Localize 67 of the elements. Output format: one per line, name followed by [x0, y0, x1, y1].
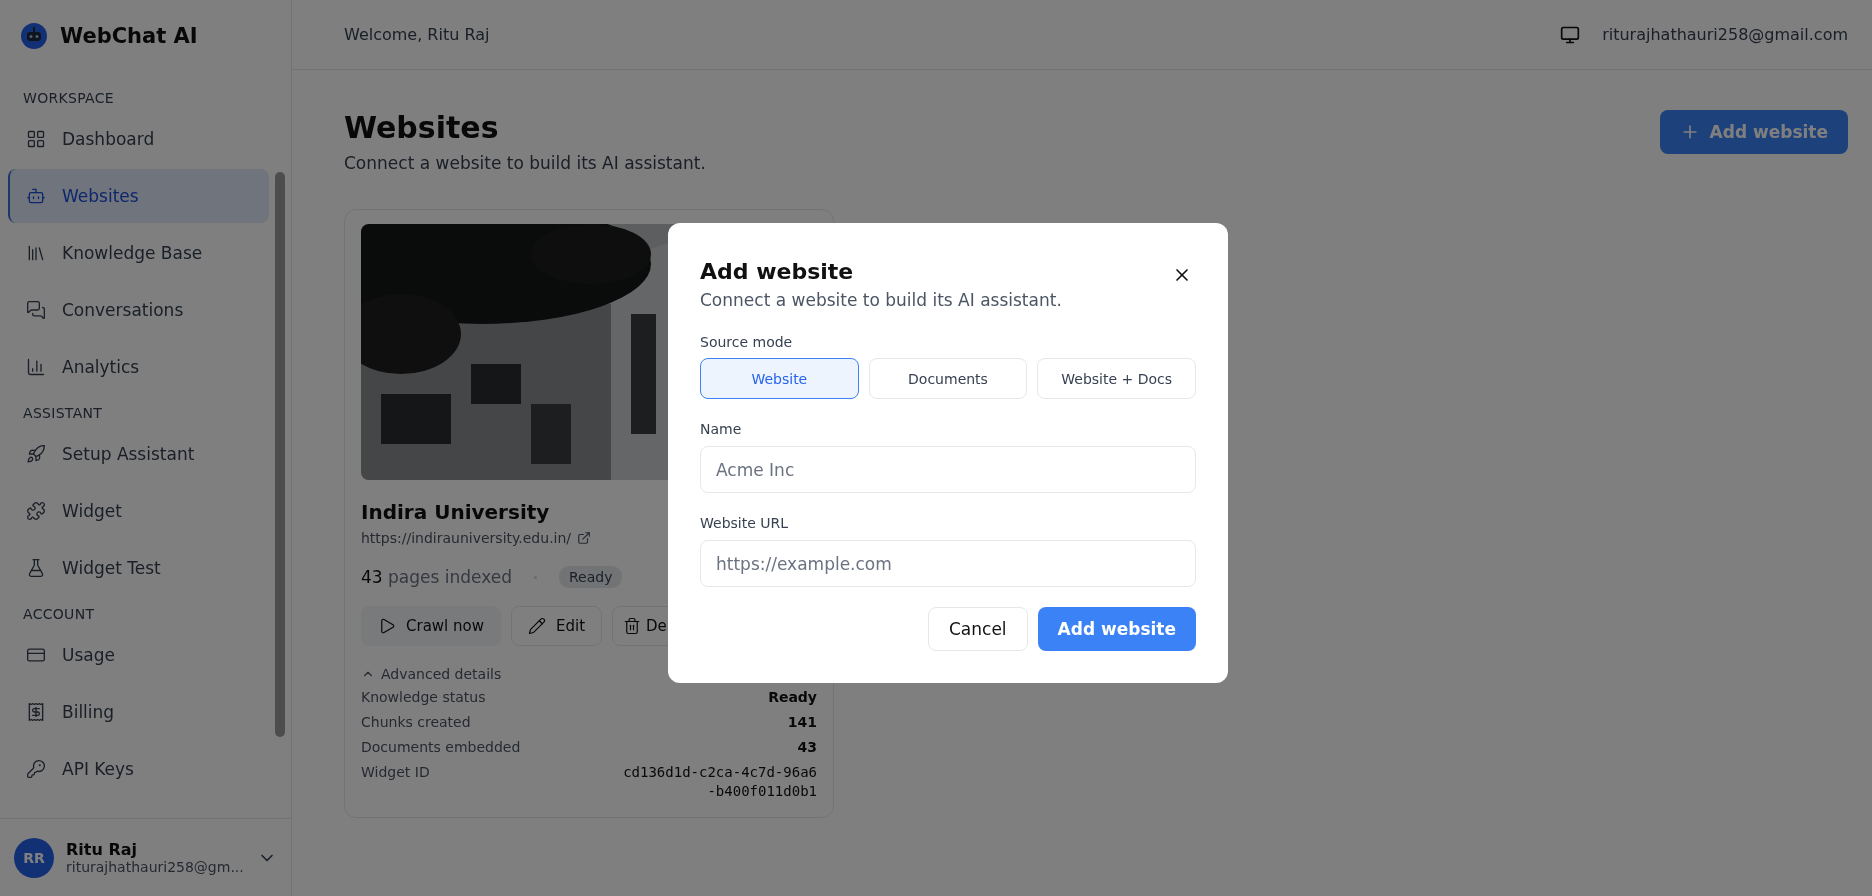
chat-icon: [26, 300, 46, 320]
website-name: Indira University: [361, 500, 550, 524]
avatar: RR: [14, 837, 54, 878]
pages-indexed: 43 pages indexed: [361, 567, 512, 587]
welcome-text: Welcome, Ritu Raj: [344, 25, 490, 44]
trash-icon: [623, 617, 642, 635]
field-label: Source mode: [700, 334, 794, 350]
mode-option[interactable]: Website: [700, 358, 859, 399]
receipt-icon: [26, 702, 46, 722]
add-website-button[interactable]: Add website: [1659, 110, 1848, 154]
robot-logo-icon: [20, 22, 48, 50]
detail-value: cd136d1d-c2ca-4c7d-96a6 -b400f011d0b1: [623, 763, 817, 801]
detail-value: 141: [787, 713, 817, 732]
mode-option[interactable]: Website + Docs: [1037, 358, 1196, 399]
sidebar-item[interactable]: Widget Test: [8, 541, 269, 595]
sidebar-item[interactable]: Knowledge Base: [8, 226, 269, 280]
status-badge: Ready: [559, 566, 623, 588]
robot-icon: [26, 186, 46, 206]
rocket-icon: [26, 444, 46, 464]
sidebar-item[interactable]: Analytics: [8, 340, 269, 394]
edit-button[interactable]: Edit: [511, 606, 603, 646]
grid-icon: [26, 129, 46, 149]
detail-label: Knowledge status: [361, 688, 486, 707]
key-icon: [26, 759, 46, 779]
sidebar-item[interactable]: Billing: [8, 685, 269, 739]
page-title: Websites: [344, 110, 500, 145]
website-url[interactable]: https://indirauniversity.edu.in/: [361, 530, 572, 546]
monitor-icon[interactable]: [1560, 24, 1581, 45]
section-label: ACCOUNT: [22, 605, 96, 624]
sidebar-item[interactable]: API Keys: [8, 742, 269, 796]
sidebar-item[interactable]: Conversations: [8, 283, 269, 337]
dialog-title: Add website: [700, 259, 854, 284]
dialog-subtitle: Connect a website to build its AI assistant.: [700, 290, 1063, 310]
page-subtitle: Connect a website to build its AI assistant.: [344, 153, 706, 173]
cancel-button[interactable]: Cancel: [928, 607, 1028, 651]
input-field[interactable]: Acme Inc: [700, 446, 1196, 493]
field-label: Website URL: [700, 515, 790, 531]
mode-option[interactable]: Documents: [868, 358, 1028, 399]
scrollbar[interactable]: [275, 172, 285, 737]
submit-button[interactable]: Add website: [1037, 607, 1196, 651]
play-icon: [378, 617, 396, 635]
sidebar-item[interactable]: Websites: [8, 169, 269, 223]
advanced-details-toggle[interactable]: Advanced details: [361, 666, 502, 682]
brand-name: WebChat AI: [60, 24, 198, 48]
detail-label: Widget ID: [361, 763, 430, 782]
account-email: riturajhathauri258@gmail.com: [1602, 25, 1848, 44]
sidebar-item[interactable]: Widget: [8, 484, 269, 538]
external-link-icon[interactable]: [577, 531, 592, 545]
user-name: Ritu Raj: [66, 840, 138, 859]
input-field[interactable]: https://example.com: [700, 540, 1196, 587]
detail-label: Chunks created: [361, 713, 471, 732]
sidebar-item[interactable]: Usage: [8, 628, 269, 682]
field-label: Name: [700, 421, 743, 437]
bar-chart-icon: [26, 357, 46, 377]
puzzle-icon: [26, 501, 46, 521]
books-icon: [26, 243, 46, 263]
detail-value: Ready: [768, 688, 817, 707]
crawl-button[interactable]: Crawl now: [361, 606, 501, 646]
sidebar-item[interactable]: Dashboard: [8, 112, 269, 166]
pencil-icon: [528, 617, 546, 635]
section-label: ASSISTANT: [22, 404, 104, 423]
detail-value: 43: [797, 738, 817, 757]
sidebar-item[interactable]: Setup Assistant: [8, 427, 269, 481]
detail-label: Documents embedded: [361, 738, 521, 757]
section-label: WORKSPACE: [22, 89, 115, 108]
user-email: riturajhathauri258@gm...: [66, 859, 245, 875]
flask-icon: [26, 558, 46, 578]
